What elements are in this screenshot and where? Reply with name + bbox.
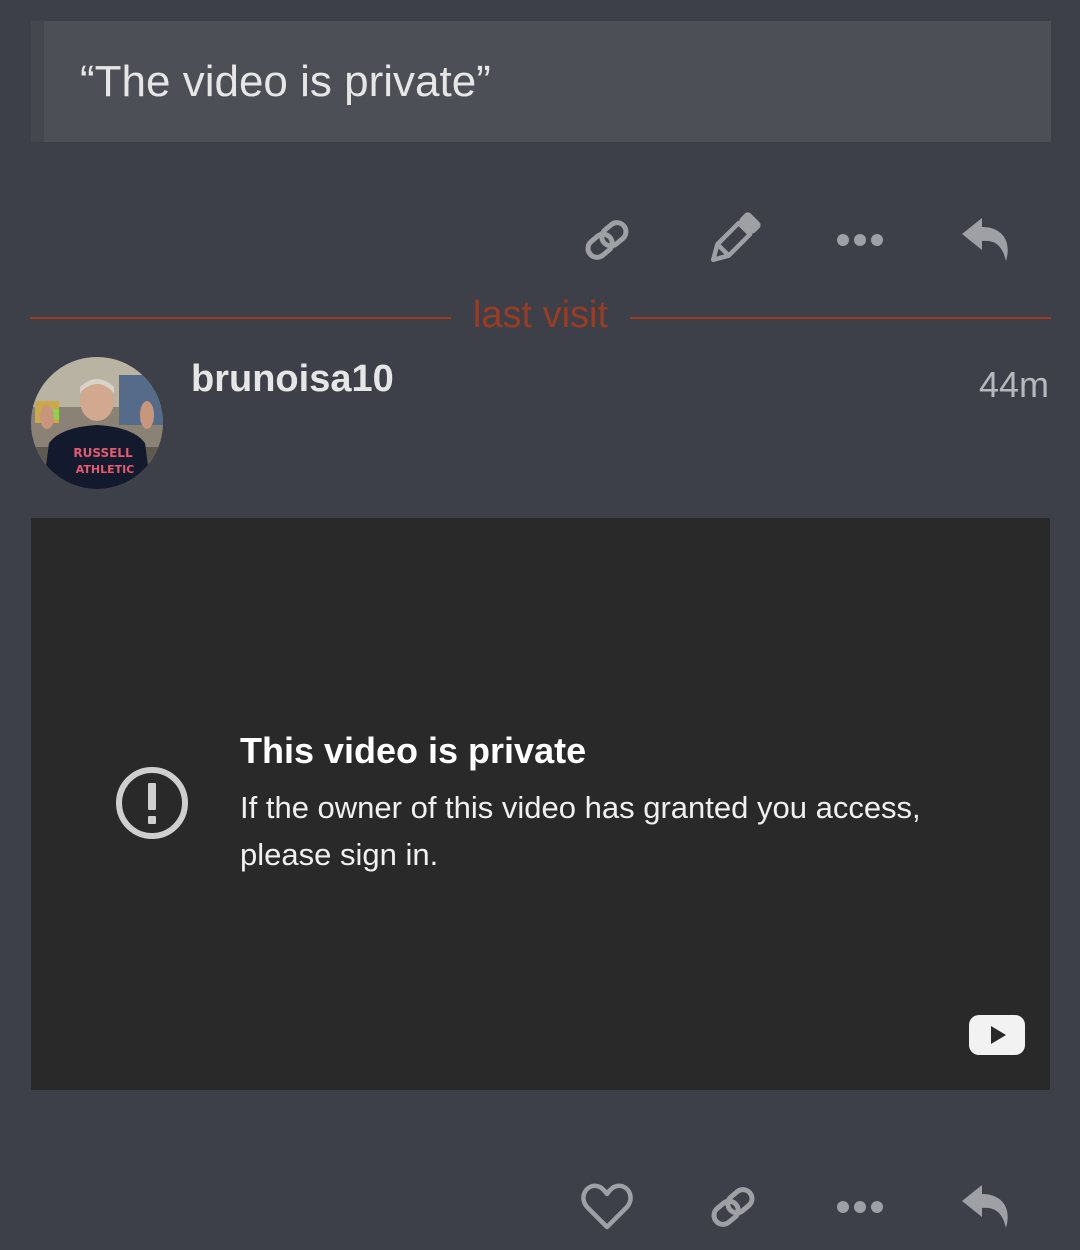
last-visit-divider: last visit <box>30 290 1051 346</box>
video-title: This video is private <box>240 730 587 771</box>
more-icon <box>837 1201 883 1213</box>
post-actions-top <box>0 200 1080 280</box>
post-actions-bottom <box>0 1167 1080 1247</box>
like-button[interactable] <box>567 1167 647 1247</box>
link-icon <box>585 220 629 260</box>
copy-link-button[interactable] <box>693 1167 773 1247</box>
reply-icon <box>962 218 1008 261</box>
avatar-shirt-text-1: RUSSELL <box>73 446 133 460</box>
avatar[interactable]: RUSSELL ATHLETIC <box>31 357 163 489</box>
youtube-logo-icon[interactable] <box>969 1015 1025 1055</box>
reply-icon <box>962 1185 1008 1228</box>
pencil-icon <box>710 212 761 263</box>
divider-line-left <box>30 317 451 319</box>
more-options-button[interactable] <box>820 200 900 280</box>
reply-button[interactable] <box>947 1167 1027 1247</box>
divider-line-right <box>630 317 1051 319</box>
last-visit-label: last visit <box>472 294 609 336</box>
alert-circle-icon <box>116 767 188 839</box>
quote-block: “The video is private” <box>31 21 1051 142</box>
video-embed[interactable]: This video is private If the owner of th… <box>31 518 1050 1090</box>
link-icon <box>711 1187 755 1227</box>
heart-icon <box>581 1183 633 1230</box>
post-timestamp[interactable]: 44m <box>979 364 1049 406</box>
avatar-shirt-text-2: ATHLETIC <box>76 463 135 476</box>
more-icon <box>837 234 883 246</box>
more-options-button[interactable] <box>820 1167 900 1247</box>
quote-text: “The video is private” <box>80 57 491 106</box>
avatar-photo: RUSSELL ATHLETIC <box>31 357 163 489</box>
video-message: If the owner of this video has granted y… <box>240 790 921 872</box>
reply-button[interactable] <box>947 200 1027 280</box>
edit-button[interactable] <box>693 200 773 280</box>
copy-link-button[interactable] <box>567 200 647 280</box>
username[interactable]: brunoisa10 <box>191 358 394 401</box>
